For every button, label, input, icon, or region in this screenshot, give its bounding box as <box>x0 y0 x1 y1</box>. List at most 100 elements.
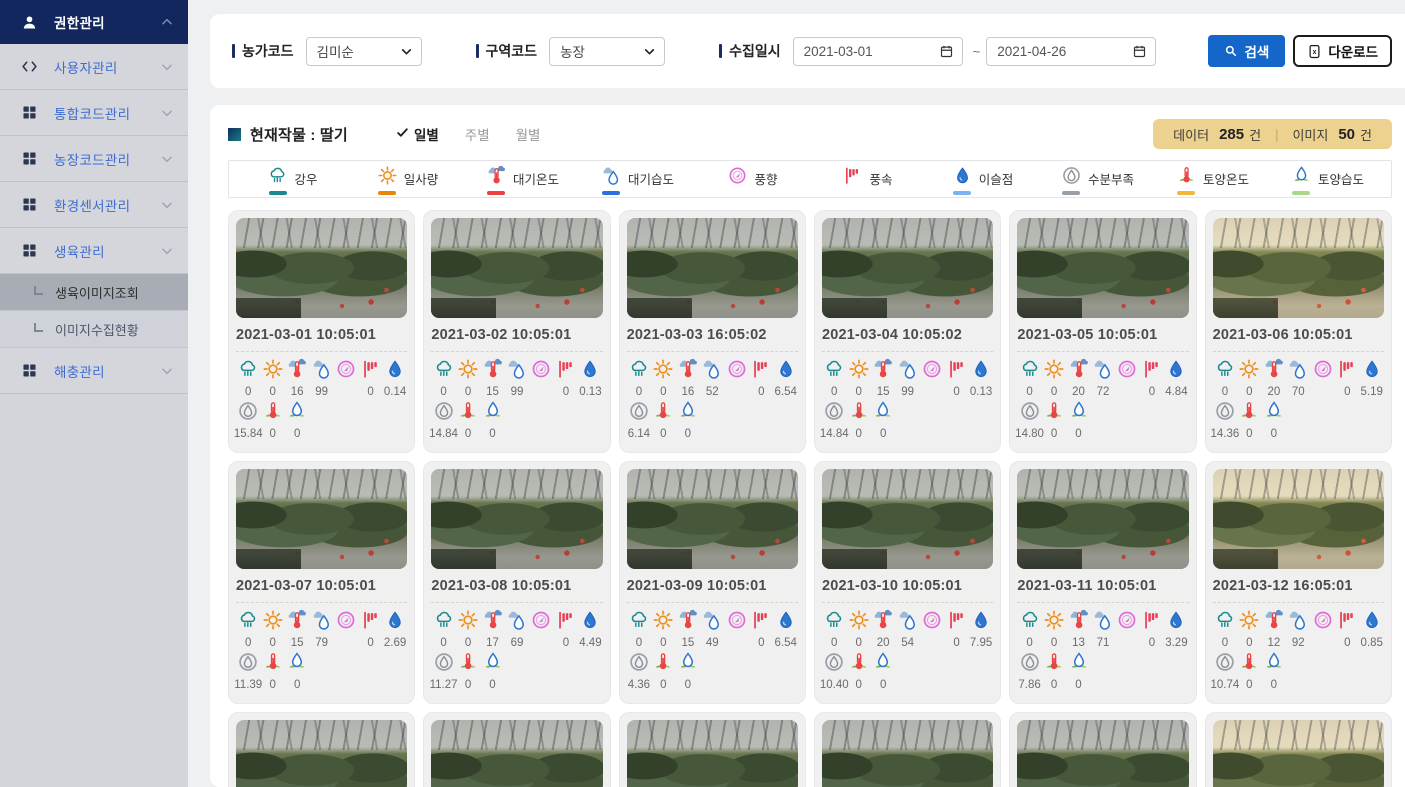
moisture-deficit-icon <box>237 651 259 678</box>
image-card[interactable]: 2021-03-08 10:05:01 0 0 17 69 0 4.49 11.… <box>423 461 610 704</box>
growth-photo[interactable] <box>431 218 602 318</box>
sensor-value: 14.84 <box>429 428 458 440</box>
sensor-cell <box>529 609 553 649</box>
air-temp-icon <box>482 358 504 385</box>
air-humidity-icon <box>506 358 528 385</box>
tab-monthly[interactable]: 월별 <box>516 124 541 144</box>
sensor-cell: 6.54 <box>774 609 798 649</box>
sidebar-subitem-image-collect-status[interactable]: 이미지수집현황 <box>0 311 188 348</box>
zone-code-group: 구역코드 농장 <box>476 37 666 66</box>
calendar-icon[interactable] <box>1132 44 1147 59</box>
growth-photo[interactable] <box>1213 720 1384 787</box>
growth-photo[interactable] <box>1017 218 1188 318</box>
image-card[interactable]: 2021-03-03 16:05:02 0 0 16 52 0 6.54 6.1… <box>619 210 806 453</box>
air-humidity-icon <box>701 609 723 636</box>
sidebar-subitem-growth-image-search[interactable]: 생육이미지조회 <box>0 274 188 311</box>
sensor-cell: 0 <box>846 358 870 398</box>
zone-code-label: 구역코드 <box>476 41 538 61</box>
growth-photo[interactable] <box>627 218 798 318</box>
sensor-value: 0 <box>660 386 666 398</box>
tab-daily[interactable]: 일별 <box>396 124 439 144</box>
sensor-row-1: 0 0 16 52 0 6.54 <box>627 358 798 398</box>
image-card[interactable]: 2021-03-15 10:05:01 <box>619 712 806 787</box>
search-button[interactable]: 검색 <box>1208 35 1285 67</box>
chevron-down-icon <box>160 60 174 74</box>
image-card[interactable]: 2021-03-17 17:35:01 <box>1009 712 1196 787</box>
growth-photo[interactable] <box>236 469 407 569</box>
sidebar-item-common-code[interactable]: 통합코드관리 <box>0 90 188 136</box>
air-temp-icon <box>1068 358 1090 385</box>
image-card[interactable]: 2021-03-14 10:05:01 <box>423 712 610 787</box>
sensor-value: 0 <box>660 637 666 649</box>
growth-photo[interactable] <box>1017 720 1188 787</box>
image-card[interactable]: 2021-03-13 10:05:01 <box>228 712 415 787</box>
sidebar-item-label: 생육관리 <box>54 241 105 261</box>
image-card[interactable]: 2021-03-04 10:05:02 0 0 15 99 0 0.13 14.… <box>814 210 1001 453</box>
sensor-cell: 0.13 <box>969 358 993 398</box>
growth-photo[interactable] <box>1213 469 1384 569</box>
card-separator <box>627 602 798 603</box>
sensor-cell: 0 <box>749 358 773 398</box>
growth-photo[interactable] <box>822 720 993 787</box>
image-card[interactable]: 2021-03-12 16:05:01 0 0 12 92 0 0.85 10.… <box>1205 461 1392 704</box>
growth-photo[interactable] <box>627 469 798 569</box>
image-card[interactable]: 2021-03-06 10:05:01 0 0 20 70 0 5.19 14.… <box>1205 210 1392 453</box>
image-card[interactable]: 2021-03-02 10:05:01 0 0 15 99 0 0.13 14.… <box>423 210 610 453</box>
image-card[interactable]: 2021-03-11 10:05:01 0 0 13 71 0 3.29 7.8… <box>1009 461 1196 704</box>
image-card[interactable]: 2021-03-16 10:05:02 <box>814 712 1001 787</box>
image-card[interactable]: 2021-03-01 10:05:01 0 0 16 99 0 0.14 15.… <box>228 210 415 453</box>
growth-photo[interactable] <box>822 469 993 569</box>
sensor-cell: 0 <box>456 358 480 398</box>
calendar-icon[interactable] <box>939 44 954 59</box>
legend-label: 풍속 <box>869 169 892 192</box>
growth-photo[interactable] <box>236 720 407 787</box>
growth-photo[interactable] <box>627 720 798 787</box>
download-button[interactable]: x 다운로드 <box>1293 35 1392 67</box>
sidebar-item-permission[interactable]: 권한관리 <box>0 0 188 44</box>
growth-photo[interactable] <box>431 469 602 569</box>
growth-photo[interactable] <box>236 218 407 318</box>
sensor-value: 70 <box>1292 386 1305 398</box>
sidebar-item-pest[interactable]: 해충관리 <box>0 348 188 394</box>
growth-photo[interactable] <box>822 218 993 318</box>
sensor-cell: 79 <box>309 609 333 649</box>
sensor-cell: 0 <box>480 651 504 691</box>
sidebar-item-growth[interactable]: 생육관리 <box>0 228 188 274</box>
air-temp-icon <box>286 358 308 385</box>
farm-code-select[interactable]: 김미순 <box>306 37 422 66</box>
card-separator <box>1213 602 1384 603</box>
tab-weekly[interactable]: 주별 <box>465 124 490 144</box>
growth-photo[interactable] <box>1017 469 1188 569</box>
zone-code-select[interactable]: 농장 <box>549 37 665 66</box>
growth-photo[interactable] <box>431 720 602 787</box>
sensor-cell: 52 <box>700 358 724 398</box>
user-icon <box>20 13 38 31</box>
image-card[interactable]: 2021-03-10 10:05:01 0 0 20 54 0 7.95 10.… <box>814 461 1001 704</box>
date-from-input[interactable] <box>804 44 939 59</box>
date-to-input[interactable] <box>997 44 1132 59</box>
card-timestamp: 2021-03-08 10:05:01 <box>431 578 602 594</box>
growth-photo[interactable] <box>1213 218 1384 318</box>
image-card[interactable]: 2021-03-09 10:05:01 0 0 15 49 0 6.54 4.3… <box>619 461 806 704</box>
sensor-value: 4.36 <box>628 679 650 691</box>
sensor-cell: 15 <box>871 358 895 398</box>
image-card[interactable]: 2021-03-07 10:05:01 0 0 15 79 0 2.69 11.… <box>228 461 415 704</box>
image-card[interactable]: 2021-03-18 16:05:02 <box>1205 712 1392 787</box>
chevron-down-icon <box>160 152 174 166</box>
wind-direction-icon <box>530 358 552 385</box>
sidebar-item-env-sensor[interactable]: 환경센서관리 <box>0 182 188 228</box>
chevron-down-icon <box>160 198 174 212</box>
wind-speed-icon <box>360 358 382 385</box>
sidebar-item-user[interactable]: 사용자관리 <box>0 44 188 90</box>
air-temp-icon <box>677 358 699 385</box>
sensor-cell: 0 <box>1140 609 1164 649</box>
image-card[interactable]: 2021-03-05 10:05:01 0 0 20 72 0 4.84 14.… <box>1009 210 1196 453</box>
sidebar-item-farm-code[interactable]: 농장코드관리 <box>0 136 188 182</box>
wind-speed-icon <box>946 609 968 636</box>
legend-color-bar <box>953 191 971 195</box>
sensor-cell: 0 <box>554 358 578 398</box>
soil-humidity-icon <box>1263 651 1285 678</box>
sensor-value: 10.40 <box>820 679 849 691</box>
sensor-cell: 14.84 <box>431 400 455 440</box>
sensor-value: 15.84 <box>234 428 263 440</box>
